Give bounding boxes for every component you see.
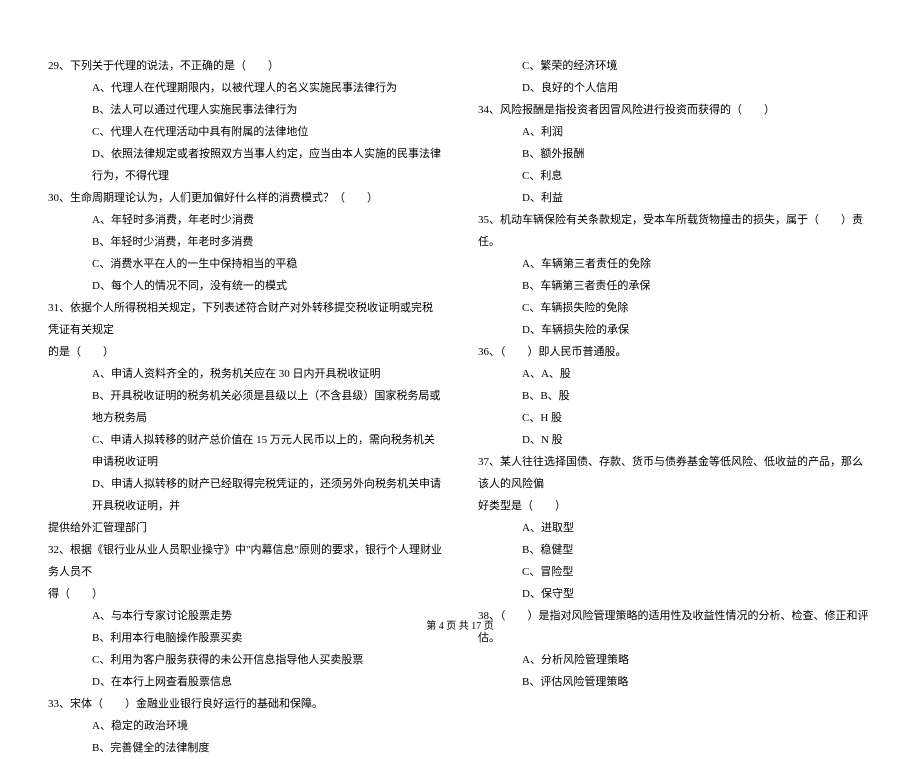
q29-option-c: C、代理人在代理活动中具有附属的法律地位 <box>48 121 442 143</box>
q35-stem: 35、机动车辆保险有关条款规定，受本车所载货物撞击的损失，属于（ ）责任。 <box>478 209 872 253</box>
q30-option-d: D、每个人的情况不同，没有统一的模式 <box>48 275 442 297</box>
q37-option-d: D、保守型 <box>478 583 872 605</box>
q31-stem-line2: 的是（ ） <box>48 341 442 363</box>
q37-stem-line2: 好类型是（ ） <box>478 495 872 517</box>
right-column: C、繁荣的经济环境 D、良好的个人信用 34、风险报酬是指投资者因冒风险进行投资… <box>478 55 872 759</box>
exam-content: 29、下列关于代理的说法，不正确的是（ ） A、代理人在代理期限内，以被代理人的… <box>48 55 872 759</box>
q37-stem-line1: 37、某人往往选择国债、存款、货币与债券基金等低风险、低收益的产品，那么该人的风… <box>478 451 872 495</box>
q30-option-b: B、年轻时少消费，年老时多消费 <box>48 231 442 253</box>
q35-option-a: A、车辆第三者责任的免除 <box>478 253 872 275</box>
q32-option-d: D、在本行上网查看股票信息 <box>48 671 442 693</box>
page-footer: 第 4 页 共 17 页 <box>0 617 920 632</box>
q35-option-d: D、车辆损失险的承保 <box>478 319 872 341</box>
q37-option-a: A、进取型 <box>478 517 872 539</box>
q36-option-a: A、A、股 <box>478 363 872 385</box>
q29-option-b: B、法人可以通过代理人实施民事法律行为 <box>48 99 442 121</box>
q30-option-c: C、消费水平在人的一生中保持相当的平稳 <box>48 253 442 275</box>
q31-stem-line1: 31、依据个人所得税相关规定，下列表述符合财产对外转移提交税收证明或完税凭证有关… <box>48 297 442 341</box>
q31-option-b: B、开具税收证明的税务机关必须是县级以上（不含县级）国家税务局或地方税务局 <box>48 385 442 429</box>
q33-option-d: D、良好的个人信用 <box>478 77 872 99</box>
q30-stem: 30、生命周期理论认为，人们更加偏好什么样的消费模式？（ ） <box>48 187 442 209</box>
q29-option-d: D、依照法律规定或者按照双方当事人约定，应当由本人实施的民事法律行为，不得代理 <box>48 143 442 187</box>
q34-option-d: D、利益 <box>478 187 872 209</box>
q33-stem: 33、宋体（ ）金融业业银行良好运行的基础和保障。 <box>48 693 442 715</box>
q36-option-d: D、N 股 <box>478 429 872 451</box>
q31-option-d-line2: 提供给外汇管理部门 <box>48 517 442 539</box>
q37-option-c: C、冒险型 <box>478 561 872 583</box>
q36-option-b: B、B、股 <box>478 385 872 407</box>
q29-stem: 29、下列关于代理的说法，不正确的是（ ） <box>48 55 442 77</box>
q31-option-c: C、申请人拟转移的财产总价值在 15 万元人民币以上的，需向税务机关申请税收证明 <box>48 429 442 473</box>
q38-option-b: B、评估风险管理策略 <box>478 671 872 693</box>
q32-stem-line1: 32、根据《银行业从业人员职业操守》中"内幕信息"原则的要求，银行个人理财业务人… <box>48 539 442 583</box>
q34-option-c: C、利息 <box>478 165 872 187</box>
q33-option-c: C、繁荣的经济环境 <box>478 55 872 77</box>
q29-option-a: A、代理人在代理期限内，以被代理人的名义实施民事法律行为 <box>48 77 442 99</box>
q32-option-c: C、利用为客户服务获得的未公开信息指导他人买卖股票 <box>48 649 442 671</box>
q36-stem: 36、（ ）即人民币普通股。 <box>478 341 872 363</box>
q34-stem: 34、风险报酬是指投资者因冒风险进行投资而获得的（ ） <box>478 99 872 121</box>
q34-option-b: B、额外报酬 <box>478 143 872 165</box>
q37-option-b: B、稳健型 <box>478 539 872 561</box>
q35-option-c: C、车辆损失险的免除 <box>478 297 872 319</box>
q35-option-b: B、车辆第三者责任的承保 <box>478 275 872 297</box>
q33-option-a: A、稳定的政治环境 <box>48 715 442 737</box>
q33-option-b: B、完善健全的法律制度 <box>48 737 442 759</box>
q32-stem-line2: 得（ ） <box>48 583 442 605</box>
left-column: 29、下列关于代理的说法，不正确的是（ ） A、代理人在代理期限内，以被代理人的… <box>48 55 442 759</box>
q38-option-a: A、分析风险管理策略 <box>478 649 872 671</box>
q34-option-a: A、利润 <box>478 121 872 143</box>
q36-option-c: C、H 股 <box>478 407 872 429</box>
q30-option-a: A、年轻时多消费，年老时少消费 <box>48 209 442 231</box>
q31-option-d-line1: D、申请人拟转移的财产已经取得完税凭证的，还须另外向税务机关申请开具税收证明，并 <box>48 473 442 517</box>
q31-option-a: A、申请人资料齐全的，税务机关应在 30 日内开具税收证明 <box>48 363 442 385</box>
